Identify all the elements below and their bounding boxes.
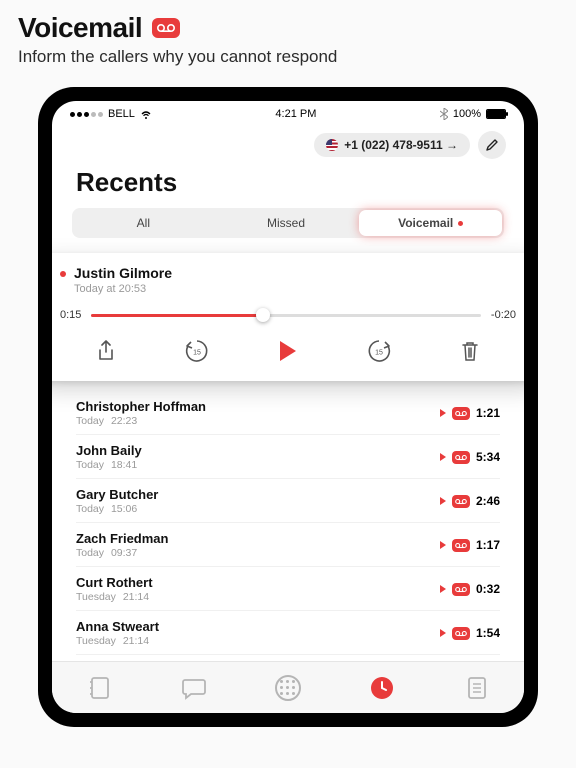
player-caller-name: Justin Gilmore bbox=[74, 265, 172, 281]
tab-missed-label: Missed bbox=[267, 216, 305, 230]
play-button[interactable] bbox=[270, 333, 306, 369]
bottom-tab-bar bbox=[52, 661, 524, 713]
battery-icon bbox=[486, 109, 506, 119]
row-name: Anna Stweart bbox=[76, 619, 440, 634]
row-sub: Today 15:06 bbox=[76, 503, 440, 515]
recents-row[interactable]: Gary ButcherToday 15:06 2:46 bbox=[76, 479, 500, 523]
row-duration: 1:17 bbox=[476, 538, 500, 552]
svg-text:15: 15 bbox=[375, 350, 383, 357]
delete-button[interactable] bbox=[452, 333, 488, 369]
tab-recents[interactable] bbox=[358, 664, 406, 712]
tab-voicemail-list[interactable] bbox=[453, 664, 501, 712]
scrubber-knob[interactable] bbox=[256, 308, 270, 322]
pencil-icon bbox=[485, 138, 499, 152]
row-sub: Today 18:41 bbox=[76, 459, 440, 471]
tab-voicemail[interactable]: Voicemail bbox=[359, 210, 502, 236]
voicemail-icon bbox=[452, 627, 470, 640]
trash-icon bbox=[460, 340, 480, 362]
tab-voicemail-label: Voicemail bbox=[398, 216, 453, 230]
row-duration: 2:46 bbox=[476, 494, 500, 508]
keypad-icon bbox=[275, 675, 301, 701]
tab-messages[interactable] bbox=[170, 664, 218, 712]
contacts-icon bbox=[87, 675, 111, 701]
voicemail-icon bbox=[452, 583, 470, 596]
carrier-label: BELL bbox=[108, 108, 135, 120]
row-name: Gary Butcher bbox=[76, 487, 440, 502]
device-frame: BELL 4:21 PM 100% +1 (022) 478-9511 → Re… bbox=[38, 87, 538, 727]
tab-missed[interactable]: Missed bbox=[215, 208, 358, 238]
recents-row[interactable]: Curt RothertTuesday 21:14 0:32 bbox=[76, 567, 500, 611]
screen: BELL 4:21 PM 100% +1 (022) 478-9511 → Re… bbox=[52, 101, 524, 713]
recents-list: Christopher HoffmanToday 22:23 1:21 John B… bbox=[52, 391, 524, 655]
segmented-control: All Missed Voicemail bbox=[72, 208, 504, 238]
tab-keypad[interactable] bbox=[264, 664, 312, 712]
rewind-15-button[interactable]: 15 bbox=[179, 333, 215, 369]
forward-15-button[interactable]: 15 bbox=[361, 333, 397, 369]
forward-15-icon: 15 bbox=[366, 338, 392, 364]
unread-dot-icon bbox=[458, 221, 463, 226]
edit-button[interactable] bbox=[478, 131, 506, 159]
svg-text:15: 15 bbox=[193, 350, 201, 357]
row-name: Zach Friedman bbox=[76, 531, 440, 546]
recents-row[interactable]: Anna StweartTuesday 21:14 1:54 bbox=[76, 611, 500, 655]
rewind-15-icon: 15 bbox=[184, 338, 210, 364]
play-indicator-icon bbox=[440, 497, 446, 505]
page-title: Recents bbox=[52, 165, 524, 208]
voicemail-icon bbox=[452, 539, 470, 552]
list-icon bbox=[465, 675, 489, 701]
play-icon bbox=[280, 341, 296, 361]
row-name: Christopher Hoffman bbox=[76, 399, 440, 414]
row-name: Curt Rothert bbox=[76, 575, 440, 590]
voicemail-icon bbox=[452, 495, 470, 508]
row-duration: 5:34 bbox=[476, 450, 500, 464]
play-indicator-icon bbox=[440, 541, 446, 549]
status-bar: BELL 4:21 PM 100% bbox=[52, 101, 524, 127]
chat-icon bbox=[181, 676, 207, 700]
clock-icon bbox=[369, 675, 395, 701]
scrubber[interactable] bbox=[91, 314, 481, 317]
recents-row[interactable]: Christopher HoffmanToday 22:23 1:21 bbox=[76, 391, 500, 435]
promo-header: Voicemail Inform the callers why you can… bbox=[0, 0, 576, 73]
phone-number-label: +1 (022) 478-9511 → bbox=[344, 138, 458, 152]
player-timestamp: Today at 20:53 bbox=[74, 283, 172, 295]
row-sub: Tuesday 21:14 bbox=[76, 635, 440, 647]
row-sub: Today 09:37 bbox=[76, 547, 440, 559]
row-name: John Baily bbox=[76, 443, 440, 458]
row-sub: Tuesday 21:14 bbox=[76, 591, 440, 603]
play-indicator-icon bbox=[440, 409, 446, 417]
recents-row[interactable]: John BailyToday 18:41 5:34 bbox=[76, 435, 500, 479]
row-duration: 1:21 bbox=[476, 406, 500, 420]
promo-subtitle: Inform the callers why you cannot respon… bbox=[18, 46, 558, 67]
voicemail-icon bbox=[152, 18, 180, 38]
play-indicator-icon bbox=[440, 585, 446, 593]
voicemail-icon bbox=[452, 451, 470, 464]
battery-label: 100% bbox=[453, 108, 481, 120]
row-sub: Today 22:23 bbox=[76, 415, 440, 427]
unread-dot-icon bbox=[60, 271, 66, 277]
row-duration: 1:54 bbox=[476, 626, 500, 640]
phone-number-pill[interactable]: +1 (022) 478-9511 → bbox=[314, 133, 470, 157]
tab-all[interactable]: All bbox=[72, 208, 215, 238]
us-flag-icon bbox=[326, 139, 338, 151]
recents-row[interactable]: Zach FriedmanToday 09:37 1:17 bbox=[76, 523, 500, 567]
row-duration: 0:32 bbox=[476, 582, 500, 596]
voicemail-icon bbox=[452, 407, 470, 420]
wifi-icon bbox=[140, 109, 152, 119]
promo-title: Voicemail bbox=[18, 12, 142, 44]
status-time: 4:21 PM bbox=[275, 108, 316, 120]
signal-icon bbox=[70, 112, 103, 117]
play-indicator-icon bbox=[440, 629, 446, 637]
tab-all-label: All bbox=[137, 216, 150, 230]
share-icon bbox=[96, 340, 116, 362]
bluetooth-icon bbox=[440, 108, 448, 120]
tab-contacts[interactable] bbox=[75, 664, 123, 712]
player-remaining: -0:20 bbox=[491, 309, 516, 321]
voicemail-player-card: Justin Gilmore Today at 20:53 0:15 -0:20… bbox=[52, 253, 524, 381]
player-elapsed: 0:15 bbox=[60, 309, 81, 321]
play-indicator-icon bbox=[440, 453, 446, 461]
share-button[interactable] bbox=[88, 333, 124, 369]
